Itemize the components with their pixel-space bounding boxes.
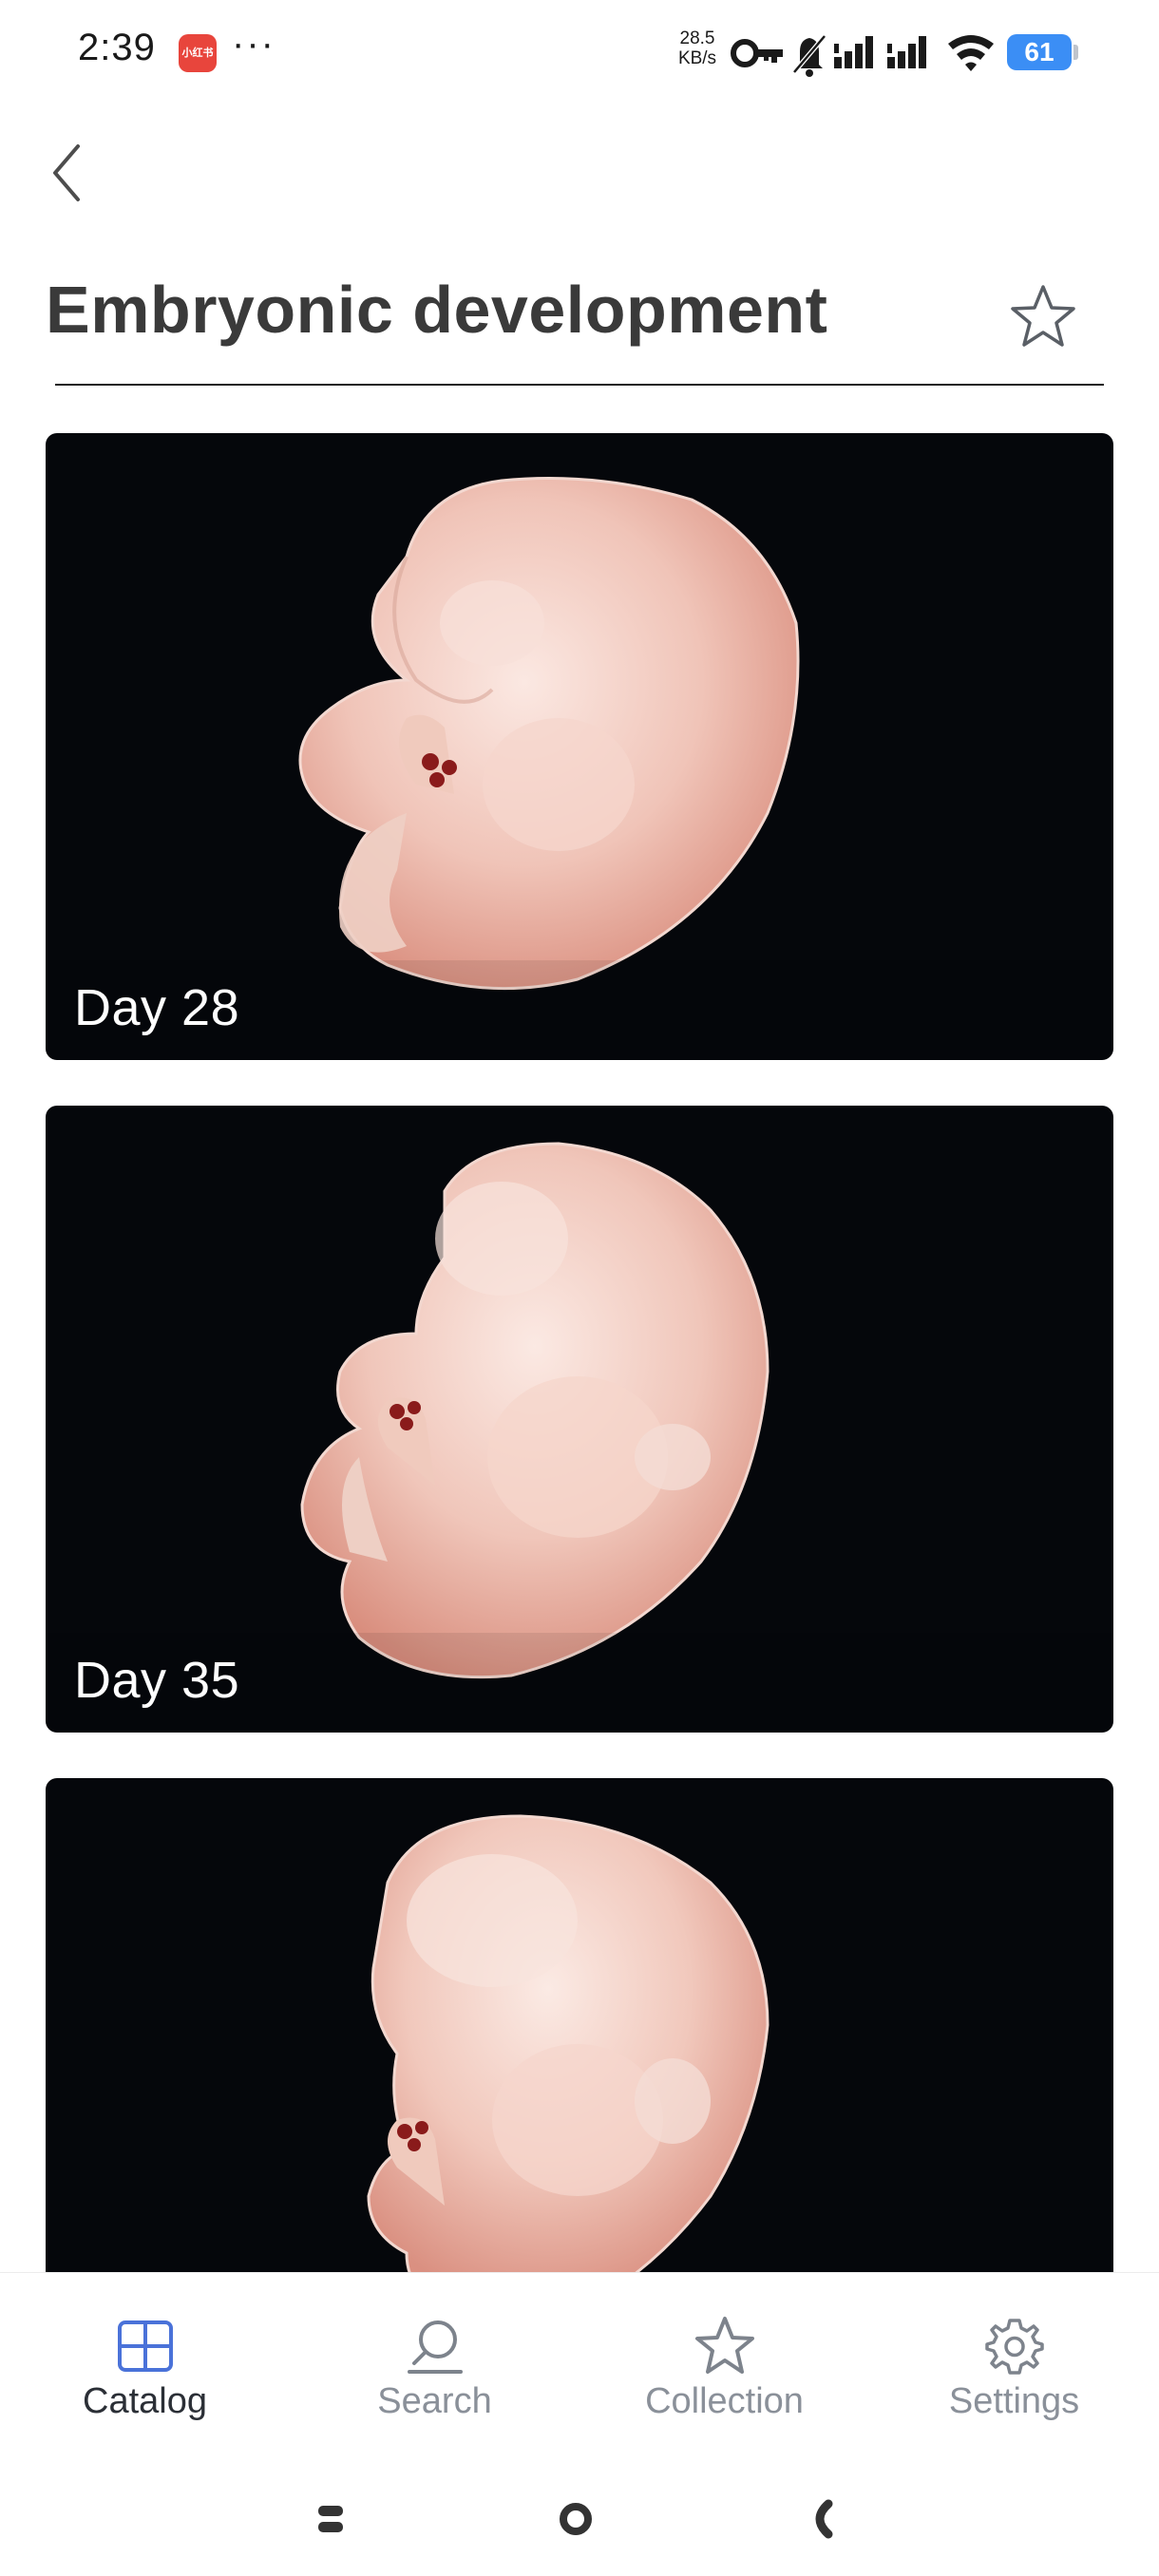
embryo-day-35-image: [46, 1142, 1113, 1733]
back-arrow-icon[interactable]: [42, 133, 99, 213]
nav-catalog-label: Catalog: [83, 2381, 207, 2421]
embryo-day-28-image: [46, 477, 1113, 1060]
title-divider: [55, 384, 1104, 386]
network-speed: 28.5 KB/s: [674, 28, 720, 68]
nav-collection[interactable]: Collection: [580, 2273, 869, 2463]
system-back-icon[interactable]: [783, 2481, 859, 2557]
search-icon: [407, 2320, 463, 2374]
vpn-key-icon: [731, 39, 783, 67]
bottom-nav: Catalog Search Collection Settings: [0, 2272, 1159, 2463]
more-notifications-icon: ···: [232, 23, 276, 65]
app-notification-icon: 小红书: [179, 34, 217, 72]
home-icon[interactable]: [538, 2481, 614, 2557]
page-title: Embryonic development: [46, 273, 828, 347]
stage-card-day-28[interactable]: Day 28: [46, 433, 1113, 1060]
card-label: Day 28: [74, 979, 240, 1036]
signal-icon-1: [834, 36, 873, 68]
mute-bell-icon: [792, 34, 826, 77]
nav-search[interactable]: Search: [290, 2273, 580, 2463]
stage-card-day-35[interactable]: Day 35: [46, 1106, 1113, 1733]
catalog-grid-icon: [117, 2320, 173, 2372]
battery-tip: [1074, 45, 1078, 60]
nav-settings[interactable]: Settings: [869, 2273, 1159, 2463]
network-speed-unit: KB/s: [677, 48, 717, 68]
wifi-icon: [948, 35, 994, 71]
status-icons: [731, 34, 994, 77]
screen: 2:39 小红书 ··· 28.5 KB/s 61 Embryonic deve…: [0, 0, 1159, 2576]
gear-icon: [984, 2319, 1044, 2375]
signal-icon-2: [887, 36, 926, 68]
status-bar: 2:39 小红书 ··· 28.5 KB/s 61: [0, 0, 1159, 104]
nav-catalog[interactable]: Catalog: [0, 2273, 290, 2463]
network-speed-value: 28.5: [679, 28, 715, 48]
battery-icon: 61: [1007, 34, 1072, 70]
nav-collection-label: Collection: [645, 2381, 804, 2421]
favorite-star-icon[interactable]: [1007, 281, 1079, 353]
status-time: 2:39: [78, 27, 156, 68]
recent-apps-icon[interactable]: [293, 2481, 369, 2557]
star-icon: [694, 2317, 754, 2374]
nav-search-label: Search: [377, 2381, 492, 2421]
card-label: Day 35: [74, 1652, 240, 1709]
system-nav-bar: [0, 2462, 1159, 2576]
nav-settings-label: Settings: [948, 2381, 1080, 2421]
